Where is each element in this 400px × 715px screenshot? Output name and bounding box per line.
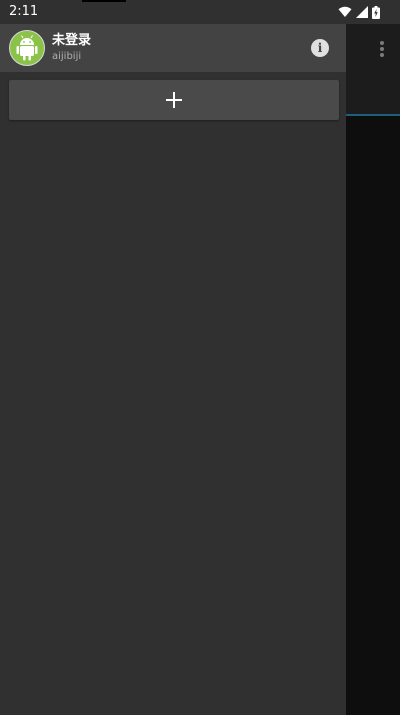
screen: 2:11 未登录 aijibiji i	[0, 0, 400, 715]
status-icons	[338, 5, 380, 19]
more-vert-icon[interactable]	[374, 40, 390, 58]
wifi-icon	[338, 6, 352, 17]
camera-notch	[82, 0, 126, 2]
add-button[interactable]	[9, 80, 339, 120]
plus-icon	[166, 92, 182, 108]
info-icon[interactable]: i	[311, 39, 329, 57]
user-subtitle: aijibiji	[52, 51, 82, 62]
battery-icon	[372, 5, 380, 19]
drawer-header[interactable]: 未登录 aijibiji i	[0, 24, 346, 72]
status-bar: 2:11	[0, 0, 400, 24]
navigation-drawer: 未登录 aijibiji i	[0, 24, 346, 715]
status-time: 2:11	[9, 4, 39, 19]
android-icon[interactable]	[9, 30, 45, 66]
user-name: 未登录	[52, 33, 92, 48]
signal-icon	[356, 6, 368, 18]
